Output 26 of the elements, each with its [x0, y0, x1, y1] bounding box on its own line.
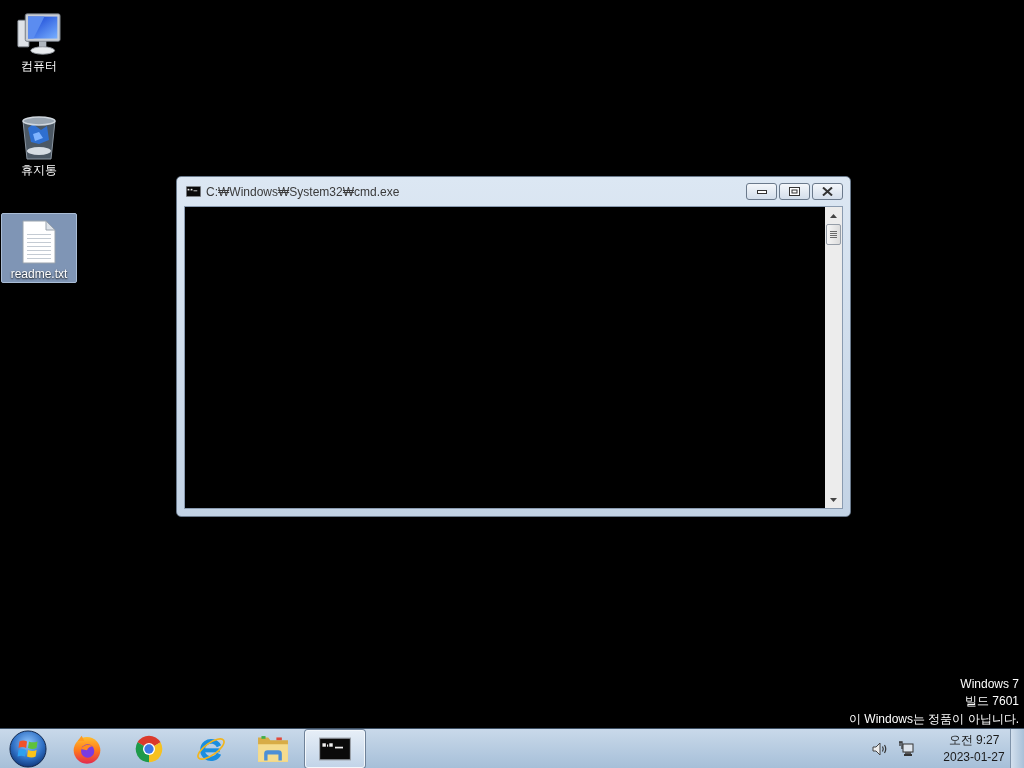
watermark-text: 이 Windows는 정품이 아닙니다. — [849, 710, 1019, 728]
start-orb-icon — [9, 729, 47, 768]
scrollbar[interactable] — [825, 207, 842, 508]
terminal-icon — [186, 186, 201, 197]
maximize-icon — [789, 187, 800, 196]
close-icon — [822, 187, 833, 196]
minimize-button[interactable] — [746, 183, 777, 200]
clock-date: 2023-01-27 — [943, 748, 1005, 766]
taskbar-button[interactable] — [305, 729, 365, 768]
up-arrow-icon — [830, 213, 837, 218]
watermark-text: Windows 7 — [960, 675, 1019, 693]
down-arrow-icon — [830, 497, 837, 502]
speaker-icon[interactable] — [872, 741, 888, 756]
watermark-text: 빌드 7601 — [964, 693, 1019, 710]
computer-icon — [17, 12, 61, 56]
grip-icon — [830, 231, 837, 238]
maximize-button[interactable] — [779, 183, 810, 200]
text-document-icon — [21, 219, 57, 265]
clock-time: 오전 9:27 — [948, 731, 1000, 749]
scroll-thumb[interactable] — [826, 224, 841, 245]
network-icon[interactable] — [898, 740, 914, 757]
trash-can-icon — [19, 114, 59, 162]
window-title: C:₩Windows₩System32₩cmd.exe — [206, 183, 400, 201]
minimize-icon — [756, 189, 767, 194]
terminal-icon — [319, 736, 351, 761]
close-button[interactable] — [812, 183, 843, 200]
